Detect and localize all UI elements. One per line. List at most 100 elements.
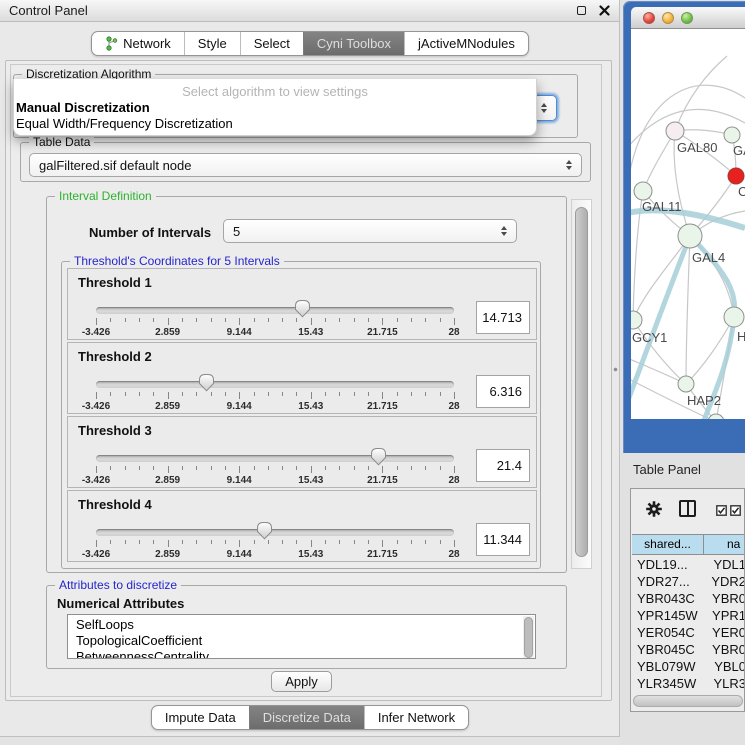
- algorithm-placeholder-option[interactable]: Select algorithm to view settings: [14, 84, 536, 99]
- cell-name[interactable]: YDL1: [700, 556, 745, 573]
- table-row[interactable]: YBR043CYBR0: [632, 590, 745, 607]
- close-traffic-light-icon[interactable]: [643, 12, 655, 24]
- node-table: shared... na YDL19...YDL1YDR27...YDR2YBR…: [630, 488, 745, 712]
- checkbox-checked-icon[interactable]: [716, 505, 727, 516]
- table-row[interactable]: YLR345WYLR3: [632, 675, 745, 692]
- attributes-scrollbar[interactable]: [523, 616, 534, 659]
- tab-network[interactable]: Network: [92, 32, 184, 55]
- cell-shared-name[interactable]: YBR045C: [632, 641, 699, 658]
- network-node-hap2[interactable]: [678, 376, 694, 392]
- cell-name[interactable]: YLR3: [700, 675, 745, 692]
- control-panel-window: Control Panel NetworkStyleSelectCyni Too…: [0, 0, 620, 737]
- tab-infer-network[interactable]: Infer Network: [364, 706, 468, 729]
- threshold-slider-track[interactable]: [96, 381, 454, 388]
- tab-discretize-data[interactable]: Discretize Data: [249, 706, 364, 729]
- threshold-slider-thumb[interactable]: [198, 373, 215, 392]
- split-pane-handle[interactable]: [613, 365, 618, 374]
- attributes-scrollbar-thumb[interactable]: [524, 617, 533, 658]
- table-data-combobox[interactable]: galFiltered.sif default node: [29, 153, 582, 177]
- tab-impute-data[interactable]: Impute Data: [152, 706, 249, 729]
- window-controls: [577, 5, 610, 16]
- slider-tick-labels: -3.4262.8599.14415.4321.71528: [96, 327, 454, 338]
- close-icon[interactable]: [599, 5, 610, 16]
- network-node-gal4[interactable]: [678, 224, 702, 248]
- cell-shared-name[interactable]: YDR27...: [632, 573, 698, 590]
- panel-scrollbar[interactable]: [571, 199, 592, 569]
- threshold-box: Threshold 4 -3.4262.8599.14415.4321.7152…: [67, 490, 537, 562]
- attribute-item-betweennesscentrality[interactable]: BetweennessCentrality: [76, 649, 535, 659]
- tab-select[interactable]: Select: [240, 32, 303, 55]
- threshold-value-field[interactable]: 11.344: [476, 523, 530, 556]
- threshold-value-field[interactable]: 6.316: [476, 375, 530, 408]
- algorithm-option-equal-width-frequency-discretization[interactable]: Equal Width/Frequency Discretization: [14, 116, 536, 132]
- cell-name[interactable]: YPR1: [699, 607, 745, 624]
- network-node-label: GAL80: [677, 140, 717, 155]
- table-header-row: shared... na: [632, 534, 745, 555]
- threshold-value-field[interactable]: 21.4: [476, 449, 530, 482]
- float-window-icon[interactable]: [577, 6, 586, 15]
- network-window-titlebar[interactable]: [631, 7, 745, 29]
- threshold-slider-track[interactable]: [96, 529, 454, 536]
- cell-shared-name[interactable]: YER054C: [632, 624, 699, 641]
- column-settings-icon[interactable]: [679, 500, 696, 517]
- table-row[interactable]: YDR27...YDR2: [632, 573, 745, 590]
- table-row[interactable]: YDL19...YDL1: [632, 556, 745, 573]
- cell-name[interactable]: YER0: [699, 624, 745, 641]
- network-edge[interactable]: [686, 236, 690, 384]
- number-of-intervals-combobox[interactable]: 5: [223, 219, 517, 243]
- cell-shared-name[interactable]: YBR043C: [632, 590, 699, 607]
- network-node-h[interactable]: [724, 307, 744, 327]
- table-horizontal-scrollbar[interactable]: [633, 695, 743, 707]
- gear-icon[interactable]: [645, 500, 663, 518]
- cell-shared-name[interactable]: YDL19...: [632, 556, 700, 573]
- interval-definition-group: Interval Definition Number of Intervals …: [46, 196, 567, 573]
- tab-cyni-toolbox[interactable]: Cyni Toolbox: [303, 32, 404, 55]
- table-data-value: galFiltered.sif default node: [39, 158, 191, 173]
- cell-shared-name[interactable]: YLR345W: [632, 675, 700, 692]
- cell-name[interactable]: YDR2: [698, 573, 745, 590]
- network-edge-highlighted[interactable]: [690, 236, 735, 317]
- cell-name[interactable]: YBL0: [701, 658, 745, 675]
- cell-name[interactable]: YBR0: [699, 641, 745, 658]
- table-row[interactable]: YPR145WYPR1: [632, 607, 745, 624]
- network-node-label: H: [737, 329, 745, 344]
- panel-scrollbar-thumb[interactable]: [575, 207, 588, 557]
- number-of-intervals-value: 5: [233, 224, 240, 239]
- table-row[interactable]: YER054CYER0: [632, 624, 745, 641]
- attribute-item-topologicalcoefficient[interactable]: TopologicalCoefficient: [76, 633, 535, 649]
- attribute-item-selfloops[interactable]: SelfLoops: [76, 617, 535, 633]
- network-node-c[interactable]: [728, 168, 744, 184]
- cell-shared-name[interactable]: YBL079W: [632, 658, 701, 675]
- network-canvas[interactable]: GAL80GACGAL11GAL4GCY1HHAP2: [631, 29, 745, 419]
- algorithm-option-manual-discretization[interactable]: Manual Discretization: [14, 100, 536, 116]
- column-header-name[interactable]: na: [704, 535, 745, 554]
- tab-jactivemnodules[interactable]: jActiveMNodules: [404, 32, 528, 55]
- threshold-slider-track[interactable]: [96, 455, 454, 462]
- minimize-traffic-light-icon[interactable]: [662, 12, 674, 24]
- network-node-gal11[interactable]: [634, 182, 652, 200]
- cell-name[interactable]: YBR0: [699, 590, 745, 607]
- numerical-attributes-label: Numerical Attributes: [57, 596, 184, 611]
- threshold-slider-track[interactable]: [96, 307, 454, 314]
- checkbox-checked-icon[interactable]: [730, 505, 741, 516]
- network-node-ga[interactable]: [724, 127, 740, 143]
- network-node-gal80[interactable]: [666, 122, 684, 140]
- zoom-traffic-light-icon[interactable]: [681, 12, 693, 24]
- threshold-slider-thumb[interactable]: [256, 521, 273, 540]
- column-header-shared-name[interactable]: shared...: [632, 535, 704, 554]
- number-of-intervals-label: Number of Intervals: [89, 225, 211, 240]
- threshold-slider-thumb[interactable]: [294, 299, 311, 318]
- apply-button[interactable]: Apply: [271, 671, 332, 692]
- tab-label: Style: [198, 35, 227, 52]
- threshold-value-field[interactable]: 14.713: [476, 301, 530, 334]
- table-row[interactable]: YBL079WYBL0: [632, 658, 745, 675]
- table-row[interactable]: YBR045CYBR0: [632, 641, 745, 658]
- tab-style[interactable]: Style: [184, 32, 240, 55]
- network-edge[interactable]: [643, 131, 675, 191]
- network-node-gcy1[interactable]: [631, 311, 642, 329]
- slider-tick-labels: -3.4262.8599.14415.4321.71528: [96, 475, 454, 486]
- cell-shared-name[interactable]: YPR145W: [632, 607, 699, 624]
- threshold-slider-thumb[interactable]: [370, 447, 387, 466]
- network-edge[interactable]: [675, 56, 727, 131]
- numerical-attributes-list[interactable]: SelfLoopsTopologicalCoefficientBetweenne…: [67, 614, 536, 659]
